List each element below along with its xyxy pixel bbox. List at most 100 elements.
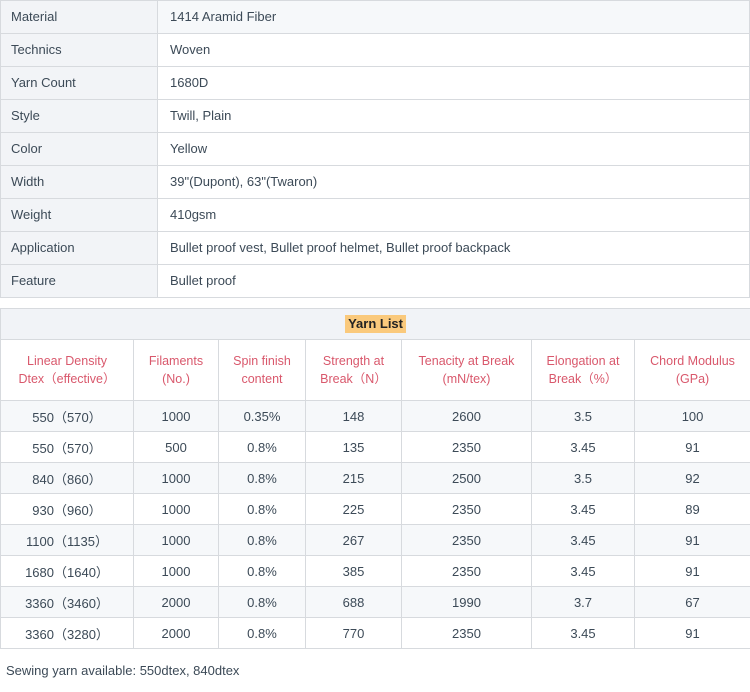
yarn-table-cell: 0.8% — [218, 586, 306, 618]
spec-row: Style Twill, Plain — [0, 99, 750, 133]
spec-row-label: Style — [0, 99, 158, 133]
yarn-column-header: Tenacity at Break (mN/tex) — [401, 339, 532, 401]
yarn-table-row: 3360（3460） 2000 0.8% 688 1990 3.7 67 — [0, 586, 750, 618]
yarn-column-header-line1: Strength at — [322, 354, 385, 368]
spec-row-label: Yarn Count — [0, 66, 158, 100]
yarn-table-cell: 91 — [633, 524, 750, 556]
yarn-table-cell: 1100（1135） — [0, 524, 134, 556]
yarn-table-cell: 2000 — [133, 617, 219, 649]
yarn-table-cell: 89 — [633, 493, 750, 525]
yarn-table-cell: 3.45 — [531, 617, 635, 649]
yarn-list-title: Yarn List — [345, 315, 406, 333]
yarn-table-row: 840（860） 1000 0.8% 215 2500 3.5 92 — [0, 462, 750, 494]
yarn-list-head: Yarn List Linear Density Dtex（effective） F… — [0, 308, 750, 401]
yarn-column-header-line2: Break（%） — [548, 372, 618, 386]
yarn-table-cell: 267 — [305, 524, 402, 556]
spec-row-value: 410gsm — [157, 198, 750, 232]
yarn-table-cell: 3.7 — [531, 586, 635, 618]
yarn-table-cell: 91 — [633, 617, 750, 649]
yarn-column-header: Filaments (No.) — [133, 339, 219, 401]
yarn-table-row: 1100（1135） 1000 0.8% 267 2350 3.45 91 — [0, 524, 750, 556]
yarn-table-cell: 0.8% — [218, 555, 306, 587]
yarn-column-header-line2: content — [241, 372, 283, 386]
yarn-table-cell: 92 — [633, 462, 750, 494]
yarn-table-cell: 1000 — [133, 555, 219, 587]
spec-row-value: Woven — [157, 33, 750, 67]
spec-row: Application Bullet proof vest, Bullet pro… — [0, 231, 750, 265]
yarn-table-cell: 2500 — [401, 462, 532, 494]
yarn-column-header: Linear Density Dtex（effective） — [0, 339, 134, 401]
yarn-column-header-line2: Break（N） — [320, 372, 387, 386]
yarn-table-cell: 550（570） — [0, 400, 134, 432]
yarn-table-cell: 225 — [305, 493, 402, 525]
yarn-column-header-line1: Elongation at — [546, 354, 620, 368]
yarn-table-cell: 3.45 — [531, 493, 635, 525]
spec-row-value: Yellow — [157, 132, 750, 166]
yarn-table-cell: 215 — [305, 462, 402, 494]
yarn-table-cell: 0.8% — [218, 524, 306, 556]
yarn-column-header-line1: Tenacity at Break — [418, 354, 515, 368]
yarn-table-row: 550（570） 1000 0.35% 148 2600 3.5 100 — [0, 400, 750, 432]
yarn-table-cell: 385 — [305, 555, 402, 587]
yarn-table-cell: 3360（3280） — [0, 617, 134, 649]
yarn-table-row: 3360（3280） 2000 0.8% 770 2350 3.45 91 — [0, 617, 750, 649]
yarn-table-cell: 1000 — [133, 400, 219, 432]
yarn-table-cell: 148 — [305, 400, 402, 432]
spec-row-label: Feature — [0, 264, 158, 298]
yarn-table-cell: 840（860） — [0, 462, 134, 494]
yarn-table-row: 1680（1640） 1000 0.8% 385 2350 3.45 91 — [0, 555, 750, 587]
yarn-column-header: Elongation at Break（%） — [531, 339, 635, 401]
yarn-table-row: 930（960） 1000 0.8% 225 2350 3.45 89 — [0, 493, 750, 525]
yarn-table-cell: 3.5 — [531, 462, 635, 494]
spec-row-label: Color — [0, 132, 158, 166]
yarn-table-cell: 2600 — [401, 400, 532, 432]
spec-row-label: Application — [0, 231, 158, 265]
yarn-table-cell: 3.45 — [531, 431, 635, 463]
yarn-column-header-line1: Filaments — [148, 354, 204, 368]
yarn-table-cell: 2350 — [401, 493, 532, 525]
spec-row-label: Technics — [0, 33, 158, 67]
spec-row-label: Material — [0, 0, 158, 34]
yarn-table-cell: 550（570） — [0, 431, 134, 463]
yarn-table-cell: 100 — [633, 400, 750, 432]
yarn-list-table: Yarn List Linear Density Dtex（effective） F… — [0, 308, 750, 649]
yarn-column-header-line2: (mN/tex) — [442, 372, 491, 386]
spec-row-value: 39"(Dupont), 63"(Twaron) — [157, 165, 750, 199]
yarn-table-cell: 0.8% — [218, 462, 306, 494]
yarn-table-cell: 688 — [305, 586, 402, 618]
yarn-table-cell: 91 — [633, 431, 750, 463]
yarn-table-cell: 770 — [305, 617, 402, 649]
yarn-list-header-row: Linear Density Dtex（effective） Filaments (N… — [0, 339, 750, 401]
yarn-table-cell: 2000 — [133, 586, 219, 618]
spec-row: Technics Woven — [0, 33, 750, 67]
yarn-table-cell: 0.8% — [218, 431, 306, 463]
spec-row-value: 1680D — [157, 66, 750, 100]
yarn-table-cell: 3360（3460） — [0, 586, 134, 618]
yarn-column-header-line1: Chord Modulus — [650, 354, 735, 368]
yarn-table-cell: 0.35% — [218, 400, 306, 432]
yarn-column-header-line1: Linear Density — [27, 354, 107, 368]
yarn-list-body: 550（570） 1000 0.35% 148 2600 3.5 100 550（570） 50… — [0, 400, 750, 649]
spec-row-label: Width — [0, 165, 158, 199]
yarn-table-cell: 3.45 — [531, 555, 635, 587]
yarn-table-cell: 930（960） — [0, 493, 134, 525]
yarn-list-caption-cell: Yarn List — [0, 308, 750, 340]
sewing-yarn-note: Sewing yarn available: 550dtex, 840dtex — [6, 663, 240, 678]
spec-row-value: Bullet proof vest, Bullet proof helmet, … — [157, 231, 750, 265]
yarn-column-header-line2: (GPa) — [675, 372, 710, 386]
spec-row: Yarn Count 1680D — [0, 66, 750, 100]
yarn-table-cell: 2350 — [401, 431, 532, 463]
yarn-column-header-line2: (No.) — [162, 372, 190, 386]
yarn-column-header: Strength at Break（N） — [305, 339, 402, 401]
yarn-column-header: Spin finish content — [218, 339, 306, 401]
spec-row: Width 39"(Dupont), 63"(Twaron) — [0, 165, 750, 199]
spec-row-value: Bullet proof — [157, 264, 750, 298]
specification-table: Material 1414 Aramid Fiber Technics Woven Ya… — [0, 0, 750, 298]
yarn-column-header: Chord Modulus (GPa) — [633, 339, 750, 401]
specification-table-body: Material 1414 Aramid Fiber Technics Woven Ya… — [0, 0, 750, 298]
yarn-table-cell: 1000 — [133, 493, 219, 525]
yarn-table-cell: 67 — [633, 586, 750, 618]
yarn-table-cell: 3.5 — [531, 400, 635, 432]
spec-row: Material 1414 Aramid Fiber — [0, 0, 750, 34]
yarn-table-cell: 500 — [133, 431, 219, 463]
